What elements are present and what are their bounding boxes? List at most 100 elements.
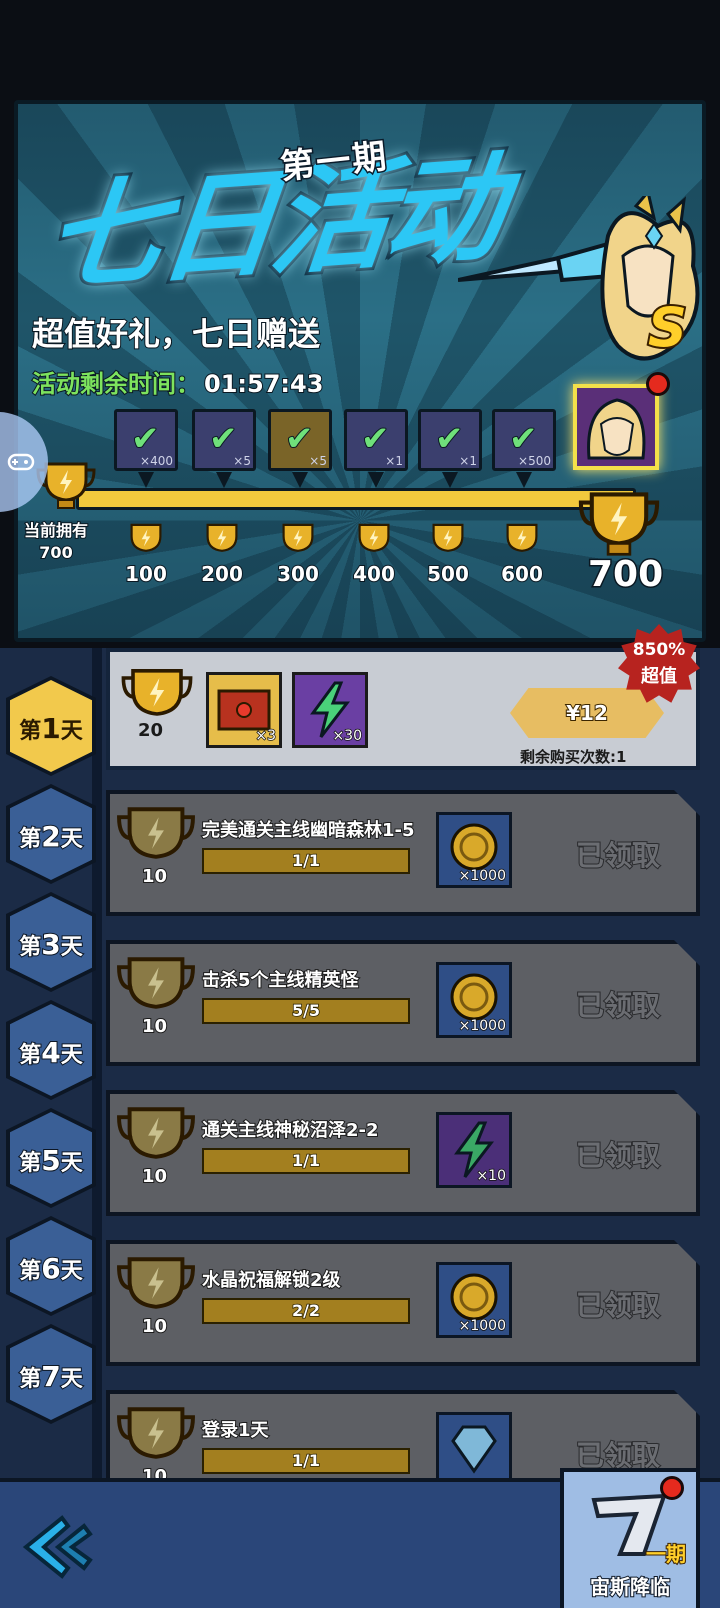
task-card: 10 完美通关主线幽暗森林1-5 1/1 ×1000 已领取 bbox=[106, 790, 700, 916]
reward-qty: ×5 bbox=[233, 454, 251, 468]
track-pin bbox=[138, 472, 154, 488]
task-progress-text: 2/2 bbox=[291, 1300, 321, 1321]
bottom-bar: 一期 宙斯降临 bbox=[0, 1468, 720, 1608]
milestone-reward-6[interactable]: ✔ ×500 bbox=[492, 409, 556, 471]
zeus-label: 宙斯降临 bbox=[589, 1574, 671, 1600]
track-pin bbox=[216, 472, 232, 488]
trophy-icon bbox=[282, 523, 314, 552]
task-progress-text: 5/5 bbox=[291, 1000, 321, 1021]
trophy-icon bbox=[432, 523, 464, 552]
back-arrow-icon bbox=[22, 1515, 93, 1579]
milestone-100: 100 bbox=[116, 522, 176, 587]
reward-qty: ×400 bbox=[140, 454, 173, 468]
tab-day-5[interactable]: 第5天 bbox=[6, 1108, 96, 1208]
task-progress-text: 1/1 bbox=[291, 1450, 321, 1471]
milestone-400: 400 bbox=[344, 522, 404, 587]
task-progress-bar: 5/5 bbox=[202, 998, 410, 1024]
task-reward[interactable]: ×1000 bbox=[436, 962, 512, 1038]
item-qty: ×1000 bbox=[458, 1317, 507, 1335]
day-label: 第6天 bbox=[18, 1251, 84, 1286]
task-reward[interactable] bbox=[436, 1412, 512, 1488]
reward-qty: ×1 bbox=[459, 454, 477, 468]
purchase-item-energy[interactable]: ×30 bbox=[292, 672, 368, 748]
zeus-event-button[interactable]: 一期 宙斯降临 bbox=[560, 1468, 700, 1608]
card-corner bbox=[674, 940, 700, 966]
milestone-reward-2[interactable]: ✔ ×5 bbox=[192, 409, 256, 471]
milestone-reward-1[interactable]: ✔ ×400 bbox=[114, 409, 178, 471]
task-points-value: 10 bbox=[141, 1015, 168, 1038]
task-title: 完美通关主线幽暗森林1-5 bbox=[201, 819, 416, 842]
milestone-reward-5[interactable]: ✔ ×1 bbox=[418, 409, 482, 471]
purchase-item-chest[interactable]: ×3 bbox=[206, 672, 282, 748]
claimed-check-icon: ✔ bbox=[130, 419, 160, 459]
task-reward[interactable]: ×1000 bbox=[436, 812, 512, 888]
zeus-period: 一期 bbox=[645, 1541, 687, 1567]
reward-qty: ×500 bbox=[518, 454, 551, 468]
tab-day-2[interactable]: 第2天 bbox=[6, 784, 96, 884]
task-title: 水晶祝福解锁2级 bbox=[201, 1269, 342, 1292]
trophy-icon bbox=[117, 1257, 195, 1309]
tab-day-7[interactable]: 第7天 bbox=[6, 1324, 96, 1424]
tab-day-6[interactable]: 第6天 bbox=[6, 1216, 96, 1316]
claimed-check-icon: ✔ bbox=[208, 419, 238, 459]
tab-day-4[interactable]: 第4天 bbox=[6, 1000, 96, 1100]
buy-button[interactable]: ¥12 bbox=[510, 688, 664, 738]
card-corner bbox=[674, 1240, 700, 1266]
trophy-icon bbox=[206, 523, 238, 552]
owned-label: 当前拥有 bbox=[23, 520, 89, 541]
remaining-purchases: 剩余购买次数:1 bbox=[520, 748, 627, 766]
back-button[interactable] bbox=[18, 1512, 108, 1582]
task-points: 10 bbox=[116, 1104, 196, 1188]
task-reward[interactable]: ×1000 bbox=[436, 1262, 512, 1338]
claimed-check-icon: ✔ bbox=[284, 419, 314, 459]
milestone-reward-3[interactable]: ✔ ×5 bbox=[268, 409, 332, 471]
task-progress-text: 1/1 bbox=[291, 850, 321, 871]
item-qty: ×10 bbox=[476, 1167, 507, 1185]
day-label: 第3天 bbox=[18, 927, 84, 962]
milestone-value: 500 bbox=[426, 561, 470, 587]
task-points: 10 bbox=[116, 954, 196, 1038]
claimed-check-icon: ✔ bbox=[360, 419, 390, 459]
tab-day-3[interactable]: 第3天 bbox=[6, 892, 96, 992]
hero-reward-frame[interactable] bbox=[573, 384, 659, 470]
task-progress-text: 1/1 bbox=[291, 1150, 321, 1171]
task-card: 10 水晶祝福解锁2级 2/2 ×1000 已领取 bbox=[106, 1240, 700, 1366]
day-label: 第4天 bbox=[18, 1035, 84, 1070]
day-label: 第1天 bbox=[19, 712, 83, 745]
claimed-check-icon: ✔ bbox=[434, 419, 464, 459]
event-banner: 七日活动 第一期 超值好礼，七日赠送 活动剩余时间： 01:57:43 S ✔ ×4… bbox=[14, 100, 706, 642]
price-label: ¥12 bbox=[565, 700, 609, 726]
reward-qty: ×1 bbox=[385, 454, 403, 468]
day-label: 第5天 bbox=[18, 1143, 84, 1178]
milestone-200: 200 bbox=[192, 522, 252, 587]
item-qty: ×1000 bbox=[458, 867, 507, 885]
claimed-status: 已领取 bbox=[575, 988, 661, 1023]
milestone-value: 300 bbox=[276, 561, 320, 587]
task-points: 10 bbox=[116, 1254, 196, 1338]
event-title: 七日活动 bbox=[35, 136, 508, 311]
claimed-check-icon: ✔ bbox=[508, 419, 538, 459]
progress-track bbox=[76, 488, 636, 510]
owned-points: 当前拥有 700 bbox=[20, 520, 92, 565]
task-card: 10 通关主线神秘沼泽2-2 1/1 ×10 已领取 bbox=[106, 1090, 700, 1216]
reward-qty: ×5 bbox=[309, 454, 327, 468]
track-pin bbox=[292, 472, 308, 488]
trophy-icon bbox=[130, 523, 162, 552]
milestone-value: 200 bbox=[200, 561, 244, 587]
task-title: 登录1天 bbox=[201, 1419, 270, 1442]
milestone-value: 100 bbox=[124, 561, 168, 587]
milestone-reward-4[interactable]: ✔ ×1 bbox=[344, 409, 408, 471]
task-reward[interactable]: ×10 bbox=[436, 1112, 512, 1188]
milestone-300: 300 bbox=[268, 522, 328, 587]
notification-dot bbox=[646, 372, 670, 396]
task-points: 10 bbox=[116, 804, 196, 888]
day-panel: 第1天 第2天 第3天 第4天 第5天 第6天 第7天 20 ×3 ×30 ¥1… bbox=[0, 624, 720, 1516]
milestone-value: 400 bbox=[352, 561, 396, 587]
hero-portrait-icon bbox=[587, 398, 646, 460]
tab-day-1[interactable]: 第1天 bbox=[6, 676, 96, 776]
claimed-status: 已领取 bbox=[575, 838, 661, 873]
card-corner bbox=[674, 1090, 700, 1116]
track-pin bbox=[368, 472, 384, 488]
task-title: 击杀5个主线精英怪 bbox=[201, 969, 360, 992]
notification-dot bbox=[660, 1476, 684, 1500]
